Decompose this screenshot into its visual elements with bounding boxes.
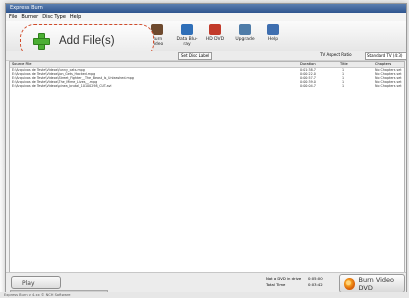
burn-video-dvd-label: Burn Video DVD: [358, 275, 395, 292]
file-table: Source File Duration Title Chapters E:\A…: [9, 61, 405, 273]
burn-video-dvd-button[interactable]: Burn Video DVD: [339, 274, 405, 293]
menu-burner[interactable]: Burner: [21, 13, 38, 21]
tv-aspect-ratio-label: TV Aspect Ratio: [320, 52, 352, 57]
window-title: Express Burn: [6, 4, 406, 13]
menu-file[interactable]: File: [9, 13, 17, 21]
total-value: 0:03:42: [308, 282, 323, 287]
upgrade-icon: [239, 24, 251, 35]
blu-ray-icon: [181, 24, 193, 35]
menu-help[interactable]: Help: [70, 13, 81, 21]
tv-aspect-ratio-select[interactable]: Standard TV (4:3): [365, 52, 406, 60]
row-duration: 0:00:04.7: [300, 84, 316, 88]
disc-icon: [344, 277, 355, 290]
help-label: Help: [267, 37, 279, 42]
hd-dvd-icon: [209, 24, 221, 35]
col-chapters[interactable]: Chapters: [375, 62, 391, 67]
plus-icon: [33, 33, 50, 50]
add-files-label: Add File(s): [59, 35, 115, 47]
help-button[interactable]: Help: [262, 24, 284, 48]
status-bar: Express Burn v 4.xx © NCH Software: [0, 292, 409, 298]
table-row[interactable]: E:\Arquivos de Teste\Videos\pinea_brutal…: [10, 84, 404, 88]
set-disc-label-button[interactable]: Set Disc Label: [178, 52, 213, 60]
help-icon: [267, 24, 279, 35]
col-duration[interactable]: Duration: [300, 62, 316, 67]
row-file: E:\Arquivos de Teste\Videos\pinea_brutal…: [12, 84, 112, 88]
col-source-file[interactable]: Source File: [12, 62, 32, 67]
app-window: Express Burn File Burner Disc Type Help …: [5, 3, 407, 297]
data-blu-ray-label: Data Blu-ray: [176, 37, 198, 47]
data-blu-ray-button[interactable]: Data Blu-ray: [176, 24, 198, 48]
total-label: Total Time: [266, 282, 286, 287]
upgrade-label: Upgrade: [235, 37, 255, 42]
play-button[interactable]: Play: [11, 276, 61, 289]
upgrade-button[interactable]: Upgrade: [234, 24, 256, 48]
row-chapters: No Chapters set: [375, 84, 402, 88]
hd-dvd-label: HD DVD: [205, 37, 225, 42]
hd-dvd-button[interactable]: HD DVD: [204, 24, 226, 48]
row-title: 1: [342, 84, 345, 88]
options-bar: Set Disc Label TV Aspect Ratio Standard …: [6, 51, 406, 61]
menu-bar: File Burner Disc Type Help: [6, 13, 406, 21]
menu-disc-type[interactable]: Disc Type: [42, 13, 66, 21]
col-title[interactable]: Title: [340, 62, 348, 67]
play-label: Play: [22, 280, 35, 287]
